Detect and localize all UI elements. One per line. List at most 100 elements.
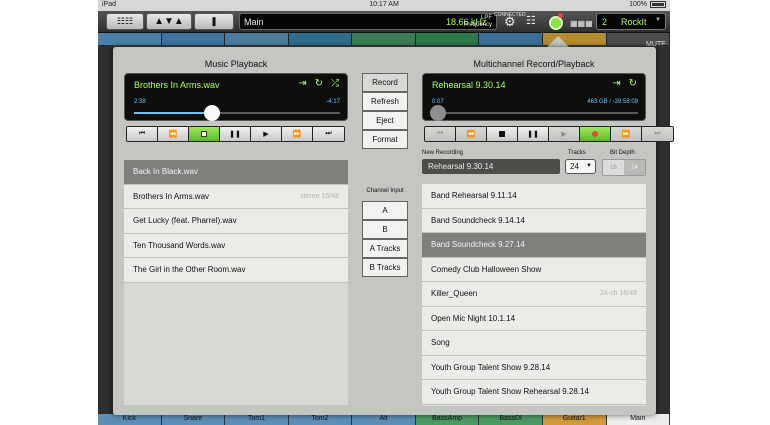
bit-depth-24[interactable]: 24	[624, 160, 645, 175]
elapsed-time: 2:38	[134, 99, 146, 105]
skip-forward-button[interactable]: ⏭	[313, 127, 344, 141]
rewind-button[interactable]: ⏪	[158, 127, 189, 141]
bit-depth-16[interactable]: 16	[603, 160, 624, 175]
routing-icon[interactable]: ☷	[526, 14, 536, 29]
channel-input-b[interactable]: B	[362, 220, 408, 239]
list-item[interactable]: Back In Black.wav	[124, 160, 348, 185]
file-name: Get Lucky (feat. Pharrel).wav	[133, 216, 237, 226]
record-icon	[592, 131, 598, 137]
stop-button[interactable]	[189, 127, 220, 141]
session-scrubber-knob[interactable]	[430, 105, 447, 121]
channel-tab[interactable]: Snare	[161, 414, 226, 425]
new-recording-label: New Recording	[422, 150, 464, 156]
play-button[interactable]: ▶	[251, 127, 282, 141]
repeat-icon[interactable]: ↻	[629, 78, 637, 89]
repeat-icon[interactable]: ↻	[315, 78, 323, 89]
pause-button[interactable]: ❚❚	[518, 127, 549, 141]
bit-depth-selector: 16 24	[602, 159, 646, 176]
play-button[interactable]: ▶	[549, 127, 580, 141]
channel-input-a[interactable]: A	[362, 201, 408, 220]
tracks-select[interactable]: 24 ▼	[565, 159, 596, 174]
list-item[interactable]: Comedy Club Halloween Show	[422, 257, 646, 282]
user-name: RockIt	[621, 17, 647, 27]
music-file-list: Back In Black.wav Brothers In Arms.wav s…	[124, 160, 348, 405]
shuffle-icon[interactable]: ⤮	[331, 78, 339, 89]
fast-forward-button[interactable]: ⏩	[282, 127, 313, 141]
list-item[interactable]: Band Soundcheck 9.14.14	[422, 208, 646, 233]
session-name: Band Rehearsal 9.11.14	[431, 191, 517, 201]
faders-icon: ▲▼▲	[154, 16, 184, 27]
refresh-button[interactable]: Refresh	[362, 92, 408, 111]
channel-tab[interactable]: Guitar1	[542, 414, 607, 425]
playback-mode-icons: ⇥ ↻ ⤮	[298, 78, 339, 89]
single-channel-view-button[interactable]: ❚	[194, 13, 234, 30]
new-recording-field[interactable]: Rehearsal 9.30.14	[422, 159, 560, 174]
skip-back-button[interactable]: ⏮	[425, 127, 456, 141]
current-track-name: Brothers In Arms.wav	[134, 80, 220, 90]
advance-icon[interactable]: ⇥	[298, 78, 306, 89]
user-selector[interactable]: 2 RockIt ▼	[596, 13, 666, 30]
scene-name: Main	[244, 17, 264, 27]
channel-tab[interactable]: Tom2	[288, 414, 353, 425]
playback-scrubber-knob[interactable]	[204, 105, 221, 121]
channel-tab[interactable]: Alt	[352, 414, 416, 425]
channel-input-b-tracks[interactable]: B Tracks	[362, 258, 408, 277]
list-item[interactable]: Youth Group Talent Show Rehearsal 9.28.1…	[422, 380, 646, 405]
music-playback-title: Music Playback	[204, 59, 268, 69]
bit-depth-label: Bit Depth	[610, 150, 635, 156]
session-name: Youth Group Talent Show Rehearsal 9.28.1…	[431, 387, 589, 397]
list-item[interactable]: Youth Group Talent Show 9.28.14	[422, 355, 646, 380]
channel-tab[interactable]: BassAmp	[415, 414, 480, 425]
channel-tab[interactable]: Kick	[98, 414, 162, 425]
list-item[interactable]: Band Soundcheck 9.27.14	[422, 233, 646, 258]
rewind-button[interactable]: ⏪	[456, 127, 487, 141]
fast-forward-button[interactable]: ⏩	[611, 127, 642, 141]
file-name: Brothers In Arms.wav	[133, 191, 210, 201]
scene-display[interactable]: Main 18.66 kHz LPF Frequency	[239, 13, 497, 30]
popover-arrow	[547, 36, 569, 47]
channel-tabs: Kick Snare Tom1 Tom2 Alt BassAmp BassDI …	[98, 414, 670, 425]
meters-icon[interactable]: ▦▦▦	[570, 16, 593, 31]
channel-tab[interactable]: Tom1	[225, 414, 289, 425]
skip-back-icon: ⏮	[138, 130, 146, 137]
battery-percent: 100%	[629, 1, 647, 8]
battery-icon	[650, 1, 666, 8]
record-button[interactable]	[580, 127, 611, 141]
skip-back-button[interactable]: ⏮	[127, 127, 158, 141]
gear-icon[interactable]: ⚙	[504, 14, 516, 29]
channel-tab[interactable]: Main	[606, 414, 670, 425]
session-scrubber[interactable]	[430, 105, 638, 121]
ios-status-bar: iPad 10:17 AM 100%	[98, 0, 670, 11]
list-item[interactable]: Killer_Queen 24-ch 16/48	[422, 282, 646, 307]
list-item[interactable]: Get Lucky (feat. Pharrel).wav	[124, 209, 348, 234]
user-number: 2	[602, 17, 608, 27]
channel-tab[interactable]: BassDI	[479, 414, 543, 425]
list-item[interactable]: Open Mic Night 10.1.14	[422, 306, 646, 331]
left-mixer-edge	[98, 45, 113, 414]
list-item[interactable]: Ten Thousand Words.wav	[124, 233, 348, 258]
eject-button[interactable]: Eject	[362, 111, 408, 130]
advance-icon[interactable]: ⇥	[612, 78, 620, 89]
play-icon: ▶	[561, 131, 567, 138]
faders-view-button[interactable]: ▲▼▲	[146, 13, 192, 30]
list-item[interactable]: The Girl in the Other Room.wav	[124, 258, 348, 283]
list-item[interactable]: Song	[422, 331, 646, 356]
playback-scrubber[interactable]	[134, 105, 340, 121]
fader-icon: ❚	[210, 16, 218, 26]
session-name: Comedy Club Halloween Show	[431, 264, 542, 274]
recorder-button[interactable]	[549, 16, 563, 30]
list-item[interactable]: Brothers In Arms.wav stereo 16/48	[124, 184, 348, 209]
skip-forward-button[interactable]: ⏭	[642, 127, 673, 141]
pause-button[interactable]: ❚❚	[220, 127, 251, 141]
keyboard-view-button[interactable]: ☷☷	[106, 13, 144, 30]
file-name: Back In Black.wav	[133, 167, 198, 177]
stop-button[interactable]	[487, 127, 518, 141]
format-button[interactable]: Format	[362, 130, 408, 149]
remaining-time: -4:17	[326, 99, 340, 105]
record-mode-button[interactable]: Record	[362, 73, 408, 92]
channel-input-a-tracks[interactable]: A Tracks	[362, 239, 408, 258]
right-mixer-edge	[656, 45, 670, 414]
channel-color-strip	[98, 33, 670, 45]
parameter-label-line-1: LPF	[480, 15, 492, 21]
list-item[interactable]: Band Rehearsal 9.11.14	[422, 184, 646, 209]
